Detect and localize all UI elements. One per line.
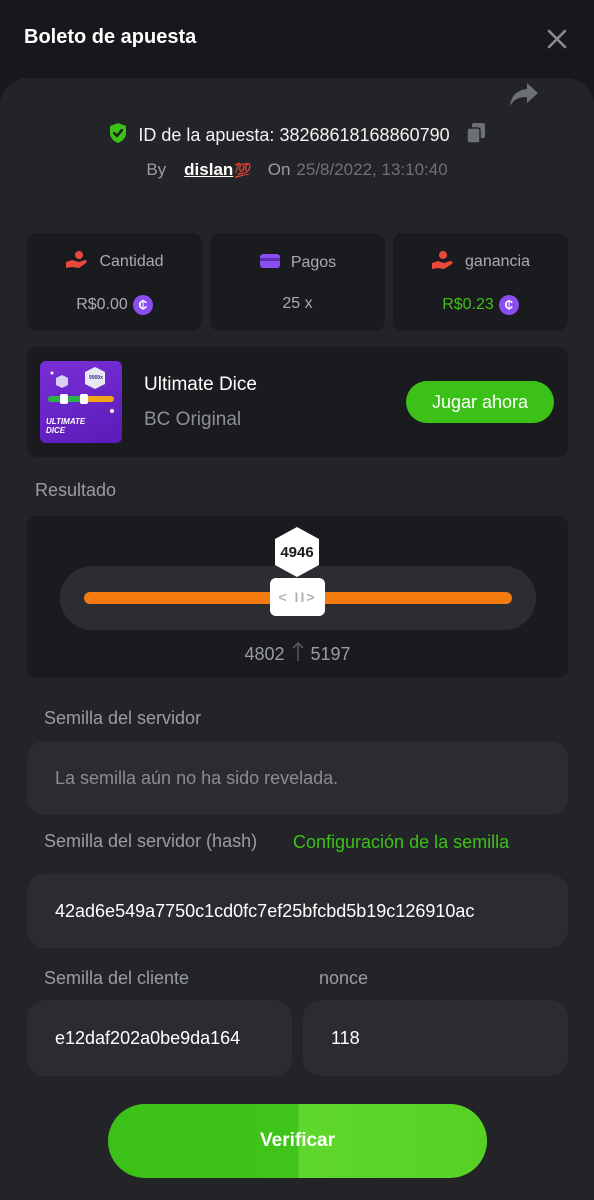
bet-id-label: ID de la apuesta:: [138, 124, 275, 145]
arrow-up-icon: [291, 641, 305, 668]
game-provider: BC Original: [144, 409, 242, 430]
share-icon[interactable]: [508, 80, 540, 110]
stat-payout: Pagos 25 x: [210, 233, 385, 331]
game-name: Ultimate Dice: [144, 374, 257, 395]
range-high: 5197: [310, 643, 351, 664]
server-seed-field[interactable]: La semilla aún no ha sido revelada.: [27, 741, 568, 815]
thumb-badge: 9900x: [89, 375, 103, 381]
hand-coins-icon: [65, 250, 89, 275]
bet-id-value: 38268618168860790: [279, 124, 450, 145]
username-link[interactable]: dislan: [184, 160, 233, 180]
modal-header: Boleto de apuesta: [0, 0, 594, 78]
coin-icon: ₵: [132, 294, 153, 315]
on-label: On: [267, 160, 291, 179]
server-seed-label: Semilla del servidor: [44, 708, 202, 728]
hand-profit-icon: [431, 250, 455, 275]
stat-profit: ganancia R$0.23 ₵: [393, 233, 568, 331]
play-now-button[interactable]: Jugar ahora: [406, 381, 554, 423]
card-icon: [259, 252, 281, 275]
seed-settings-link[interactable]: Configuración de la semilla: [293, 832, 523, 852]
coin-icon: ₵: [498, 294, 519, 315]
copy-icon[interactable]: [465, 122, 486, 149]
by-label: By: [146, 160, 167, 179]
modal-title: Boleto de apuesta: [24, 26, 197, 48]
bet-datetime: 25/8/2022, 13:10:40: [296, 160, 448, 179]
verify-button[interactable]: Verificar: [108, 1104, 487, 1178]
client-seed-field[interactable]: e12daf202a0be9da164: [27, 1000, 292, 1076]
result-range: 4802 5197: [27, 641, 568, 668]
stat-value: 25 x: [282, 294, 313, 312]
result-label: Resultado: [35, 480, 117, 500]
shield-check-icon: [108, 122, 128, 149]
bet-meta-row: By dislan 💯 On 25/8/2022, 13:10:40: [0, 158, 594, 182]
game-thumbnail[interactable]: 9900x ULTIMATE DICE: [40, 361, 122, 443]
stat-label: Pagos: [290, 254, 337, 271]
range-low: 4802: [244, 643, 285, 664]
slider-handle[interactable]: < II>: [270, 578, 325, 616]
stat-label: ganancia: [465, 253, 530, 270]
close-icon[interactable]: [546, 28, 568, 50]
hundred-emoji-icon: 💯: [234, 161, 252, 178]
stat-amount: Cantidad R$0.00 ₵: [27, 233, 202, 331]
result-value: 4946: [280, 544, 314, 561]
stat-value: R$0.00: [76, 295, 128, 313]
server-hash-field[interactable]: 42ad6e549a7750c1cd0fc7ef25bfcbd5b19c1269…: [27, 874, 568, 948]
game-card: 9900x ULTIMATE DICE Ultimate Dice BC Ori…: [27, 347, 568, 457]
client-seed-label: Semilla del cliente: [44, 968, 190, 988]
server-hash-label: Semilla del servidor (hash): [44, 831, 258, 851]
stat-value: R$0.23: [442, 295, 494, 313]
nonce-field[interactable]: 118: [303, 1000, 568, 1076]
nonce-label: nonce: [319, 968, 369, 988]
bet-id-row: ID de la apuesta: 38268618168860790: [0, 122, 594, 148]
stat-label: Cantidad: [99, 253, 164, 270]
result-box: 4946 < II> 4802 5197: [27, 516, 568, 678]
thumb-title: ULTIMATE DICE: [46, 417, 86, 435]
